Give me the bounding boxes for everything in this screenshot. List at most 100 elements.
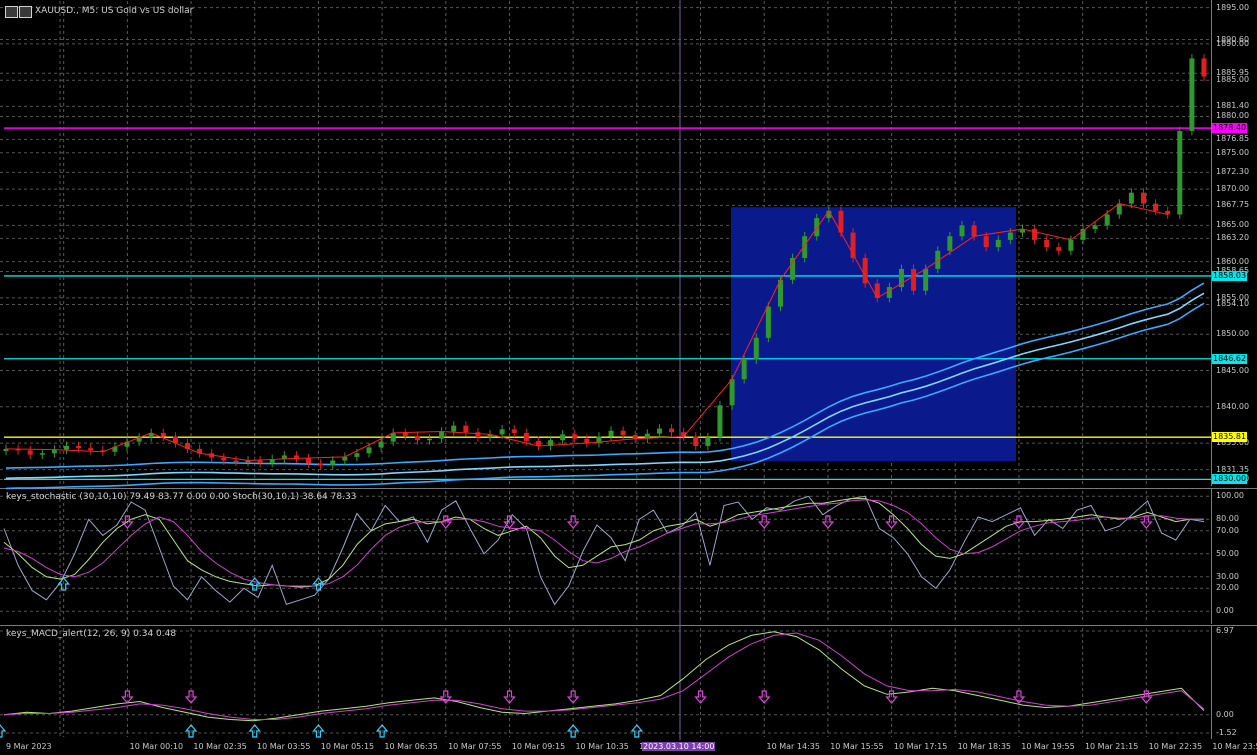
- price-tick-label: 1872.30: [1216, 167, 1250, 177]
- price-tick-label: 1860.00: [1216, 256, 1250, 266]
- candle-body: [765, 306, 771, 338]
- candle-body: [318, 463, 324, 465]
- time-tick-label: 10 Mar 23:55: [1212, 742, 1257, 751]
- one-click-trading-icon[interactable]: [5, 6, 18, 18]
- macd-series-line: [3, 632, 1205, 720]
- time-tick-label: 10 Mar 19:55: [1021, 742, 1075, 751]
- candle-body: [64, 445, 70, 450]
- macd-tick-label: -1.52: [1216, 728, 1237, 737]
- candle-body: [560, 434, 566, 441]
- candle-body: [257, 460, 263, 463]
- price-tag: 1835.81: [1212, 432, 1248, 443]
- time-tick-label: 10 Mar 02:35: [193, 742, 247, 751]
- time-tick-label: 10 Mar 15:55: [830, 742, 884, 751]
- candle-body: [1104, 214, 1110, 226]
- chart-title: XAUUSD., M5: US Gold vs US dollar: [35, 6, 194, 16]
- price-tick-label: 1863.20: [1216, 233, 1250, 243]
- candle-body: [717, 405, 723, 438]
- macd-tick-label: 0.00: [1216, 709, 1234, 719]
- moving-average-line: [5, 282, 1205, 469]
- candle-body: [1044, 239, 1050, 248]
- price-tick-label: 1870.00: [1216, 184, 1250, 194]
- candle-body: [1056, 247, 1062, 251]
- highlight-rectangle: [731, 207, 1016, 462]
- candle-body: [1068, 239, 1074, 251]
- moving-average-line: [5, 302, 1205, 490]
- candle-body: [959, 225, 965, 237]
- candle-body: [27, 450, 33, 455]
- candle-body: [88, 448, 94, 451]
- candle-body: [620, 430, 626, 436]
- candle-body: [378, 441, 384, 448]
- candle-body: [499, 429, 505, 435]
- stochastic-series-line: [3, 495, 1205, 606]
- candle-body: [354, 453, 360, 457]
- candle-body: [995, 239, 1001, 248]
- candle-body: [1153, 203, 1159, 211]
- stochastic-title: keys_stochastic (30,10,10) 79.49 83.77 0…: [6, 492, 357, 502]
- price-tag: 1878.40: [1212, 123, 1248, 134]
- price-tick-label: 1890.60: [1216, 34, 1250, 44]
- stochastic-series-line: [3, 498, 1204, 588]
- candle-body: [911, 268, 917, 291]
- macd-up-arrow-icon: [0, 724, 7, 738]
- chart-canvas[interactable]: [0, 0, 1257, 755]
- candle-body: [753, 337, 759, 360]
- moving-average-line: [5, 292, 1205, 480]
- time-tick-label: 10 Mar 00:10: [129, 742, 184, 751]
- crosshair-time-label: 2023.03.10 14:00: [642, 742, 716, 751]
- price-tick-label: 1881.40: [1216, 101, 1250, 111]
- candle-body: [790, 258, 796, 280]
- candle-body: [656, 428, 662, 434]
- price-tick-label: 1867.75: [1216, 200, 1250, 210]
- time-tick-label: 10 Mar 09:15: [511, 742, 566, 751]
- stochastic-tick-label: 0.00: [1216, 606, 1234, 616]
- candle-body: [475, 432, 481, 438]
- candle-body: [439, 431, 445, 439]
- price-tag: 1858.03: [1212, 270, 1248, 281]
- candle-body: [947, 236, 953, 251]
- candle-body: [427, 438, 433, 441]
- stochastic-tick-label: 80.00: [1216, 514, 1239, 524]
- candle-body: [608, 430, 614, 437]
- price-tick-label: 1840.00: [1216, 401, 1250, 411]
- candle-body: [1128, 192, 1134, 204]
- candle-body: [693, 436, 699, 446]
- stochastic-tick-label: 100.00: [1216, 491, 1244, 501]
- time-tick-label: 9 Mar 2023: [6, 742, 52, 751]
- candle-body: [39, 453, 45, 455]
- candle-body: [330, 460, 336, 465]
- candle-body: [511, 429, 517, 433]
- candle-body: [572, 434, 578, 439]
- candle-body: [1032, 228, 1038, 240]
- candle-body: [414, 435, 420, 441]
- candle-body: [814, 218, 820, 237]
- time-tick-label: 10 Mar 06:35: [384, 742, 438, 751]
- candle-body: [1007, 232, 1013, 240]
- time-tick-label: 10 Mar 21:15: [1084, 742, 1139, 751]
- candle-body: [983, 236, 989, 248]
- price-tick-label: 1885.00: [1216, 75, 1250, 85]
- candle-body: [729, 379, 735, 406]
- candle-body: [1092, 225, 1098, 229]
- price-tick-label: 1831.35: [1216, 464, 1250, 474]
- price-tick-label: 1854.10: [1216, 299, 1250, 309]
- time-tick-label: 10 Mar 22:35: [1148, 742, 1203, 751]
- depth-of-market-icon[interactable]: [19, 6, 32, 18]
- price-tick-label: 1875.00: [1216, 147, 1250, 157]
- price-tag: 1830.00: [1212, 474, 1248, 485]
- candle-body: [463, 425, 469, 433]
- candle-body: [923, 268, 929, 291]
- price-tick-label: 1865.00: [1216, 220, 1250, 230]
- stochastic-tick-label: 70.00: [1216, 525, 1239, 535]
- price-tag: 1846.62: [1212, 353, 1248, 364]
- stochastic-tick-label: 50.00: [1216, 548, 1239, 558]
- candle-body: [160, 432, 166, 437]
- trade-mode-icon[interactable]: [5, 6, 32, 18]
- candle-body: [306, 458, 312, 464]
- candle-body: [221, 457, 227, 461]
- candle-body: [1189, 58, 1195, 132]
- candle-body: [76, 445, 82, 449]
- price-tick-label: 1895.00: [1216, 2, 1250, 12]
- time-tick-label: 10 Mar 03:55: [257, 742, 311, 751]
